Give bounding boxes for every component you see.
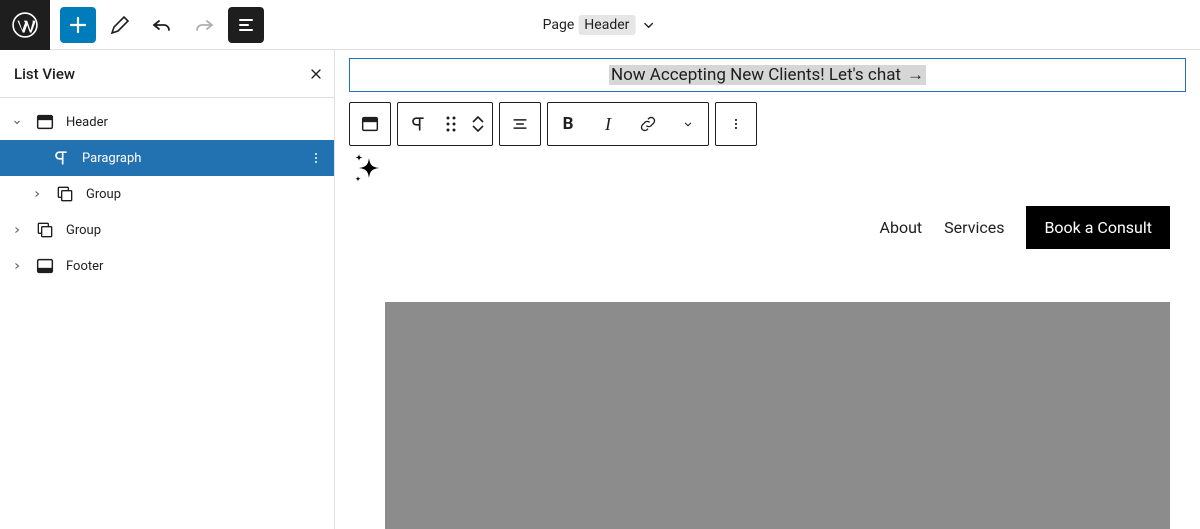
caret-right-icon xyxy=(30,188,44,200)
block-toolbar: B I xyxy=(349,102,1186,146)
nav-link-services[interactable]: Services xyxy=(944,218,1004,237)
list-view-button[interactable] xyxy=(228,7,264,43)
paragraph-block-icon xyxy=(50,147,72,169)
add-block-button[interactable] xyxy=(60,7,96,43)
close-list-view-button[interactable] xyxy=(308,66,324,82)
list-item-label: Group xyxy=(66,223,101,238)
more-options-icon[interactable] xyxy=(308,150,324,166)
list-view-item-footer[interactable]: Footer xyxy=(0,248,334,284)
sparkle-icon xyxy=(349,150,389,190)
list-view-item-group[interactable]: Group xyxy=(0,176,334,212)
editor-canvas: Now Accepting New Clients! Let's chat → xyxy=(335,50,1200,529)
more-rich-text-button[interactable] xyxy=(668,102,708,146)
drag-handle[interactable] xyxy=(438,102,464,146)
image-placeholder-block[interactable] xyxy=(385,302,1170,529)
announcement-paragraph-block[interactable]: Now Accepting New Clients! Let's chat → xyxy=(349,58,1186,92)
list-view-item-group-root[interactable]: Group xyxy=(0,212,334,248)
group-block-icon xyxy=(34,219,56,241)
list-view-tree: Header Paragraph Group Group Footer xyxy=(0,98,334,284)
chevron-down-icon[interactable] xyxy=(472,125,484,133)
redo-button[interactable] xyxy=(186,7,222,43)
nav-cta-button[interactable]: Book a Consult xyxy=(1026,206,1170,249)
list-view-title: List View xyxy=(14,65,75,83)
list-item-label: Footer xyxy=(66,259,103,274)
list-item-label: Paragraph xyxy=(82,151,141,166)
announcement-text: Now Accepting New Clients! Let's chat → xyxy=(609,65,926,85)
chevron-up-icon[interactable] xyxy=(472,115,484,123)
arrow-right-icon: → xyxy=(907,65,924,85)
image-placeholder-icon xyxy=(718,519,838,529)
group-block-icon xyxy=(54,183,76,205)
footer-block-icon xyxy=(34,255,56,277)
caret-down-icon xyxy=(10,116,24,128)
italic-button[interactable]: I xyxy=(588,102,628,146)
bold-button[interactable]: B xyxy=(548,102,588,146)
list-item-label: Group xyxy=(86,187,121,202)
caret-right-icon xyxy=(10,260,24,272)
list-view-header: List View xyxy=(0,50,334,98)
doc-type-label: Page xyxy=(543,17,575,33)
header-block-icon xyxy=(34,111,56,133)
list-view-item-header[interactable]: Header xyxy=(0,104,334,140)
site-nav: About Services Book a Consult xyxy=(880,206,1170,249)
caret-right-icon xyxy=(10,224,24,236)
doc-part-label: Header xyxy=(578,15,635,35)
link-button[interactable] xyxy=(628,102,668,146)
edit-tool-button[interactable] xyxy=(102,7,138,43)
document-title[interactable]: Page Header xyxy=(543,15,658,35)
block-options-button[interactable] xyxy=(716,102,756,146)
move-up-down-buttons[interactable] xyxy=(464,115,492,133)
list-view-panel: List View Header Paragraph Group xyxy=(0,50,335,529)
chevron-down-icon xyxy=(639,16,657,34)
list-item-label: Header xyxy=(66,115,108,130)
transform-paragraph-button[interactable] xyxy=(398,102,438,146)
block-type-button[interactable] xyxy=(350,102,390,146)
undo-button[interactable] xyxy=(144,7,180,43)
wordpress-logo[interactable] xyxy=(0,0,50,50)
nav-link-about[interactable]: About xyxy=(880,218,923,237)
align-button[interactable] xyxy=(500,102,540,146)
top-toolbar: Page Header xyxy=(0,0,1200,50)
list-view-item-paragraph[interactable]: Paragraph xyxy=(0,140,334,176)
